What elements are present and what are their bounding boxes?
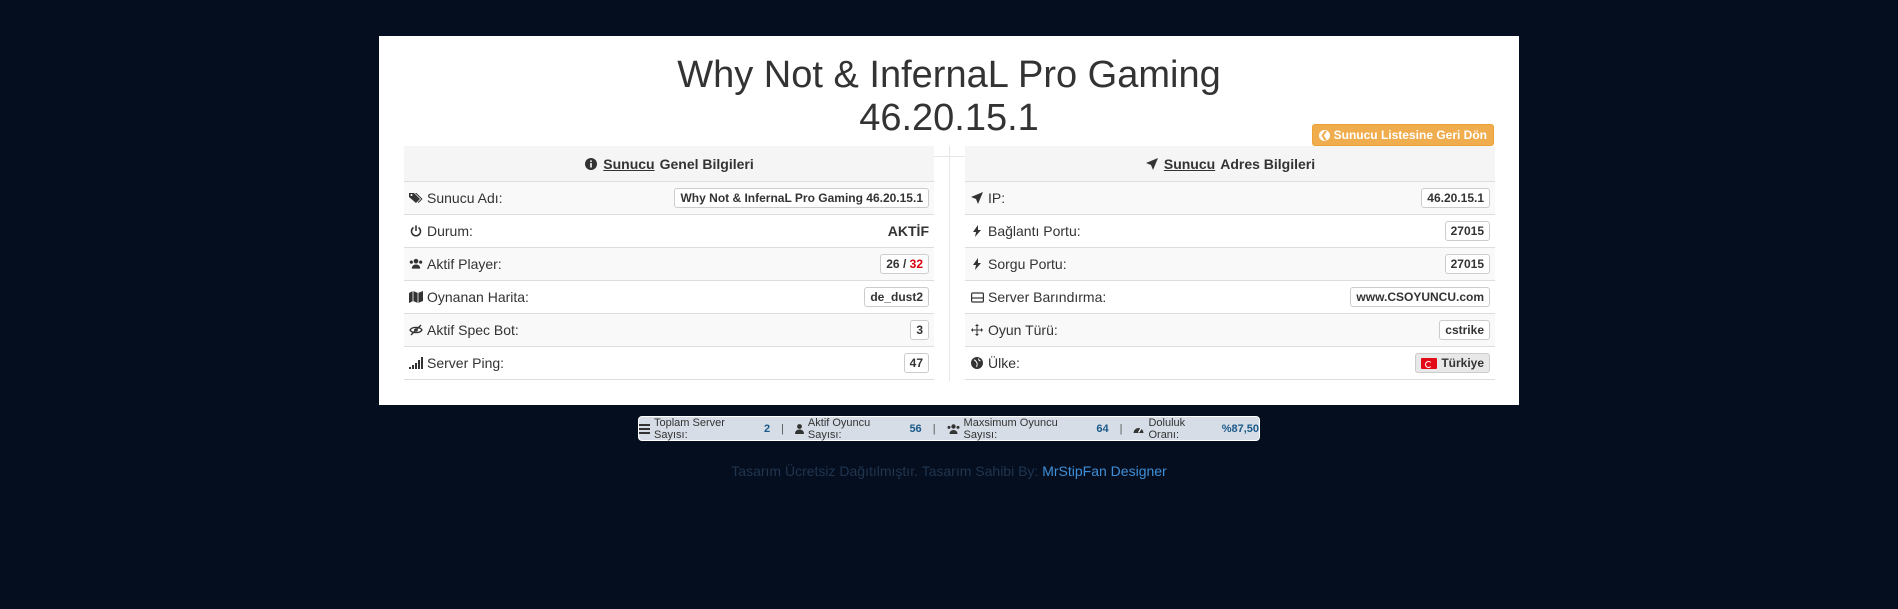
row-ip: IP: 46.20.15.1 (965, 182, 1495, 215)
value-map: de_dust2 (864, 287, 929, 307)
hdd-icon (970, 290, 984, 304)
active-players-label: Aktif Oyuncu Sayısı: (807, 416, 871, 441)
heading-text: Genel Bilgileri (659, 155, 754, 172)
label-ip: IP: (988, 190, 1006, 206)
label-game-type: Oyun Türü: (988, 322, 1058, 338)
general-info-heading: Sunucu Genel Bilgileri (404, 146, 934, 182)
label-hosting: Server Barındırma: (988, 289, 1107, 305)
location-arrow-icon (1145, 157, 1159, 171)
label-query-port: Sorgu Portu: (988, 256, 1067, 272)
bolt-icon (970, 224, 984, 238)
row-server-name: Sunucu Adı: Why Not & InfernaL Pro Gamin… (404, 182, 934, 215)
player-separator: / (902, 257, 907, 271)
row-game-type: Oyun Türü: cstrike (965, 314, 1495, 347)
users-icon (409, 257, 423, 271)
signal-icon (409, 356, 423, 370)
value-ip: 46.20.15.1 (1421, 188, 1490, 208)
label-server-name: Sunucu Adı: (427, 190, 503, 206)
value-connect-port: 27015 (1444, 221, 1490, 241)
label-ping: Server Ping: (427, 355, 505, 371)
users-icon (947, 423, 960, 434)
stats-bar: Toplam Server Sayısı: 2 | Aktif Oyuncu S… (638, 416, 1260, 441)
label-active-player: Aktif Player: (427, 256, 502, 272)
max-players-value: 64 (1096, 422, 1109, 435)
fill-rate-value: %87,50 (1221, 422, 1260, 435)
active-players-value: 56 (909, 422, 922, 435)
back-to-list-button[interactable]: ❮ Sunucu Listesine Geri Dön (1311, 124, 1494, 146)
row-ping: Server Ping: 47 (404, 347, 934, 380)
location-arrow-icon (970, 191, 984, 205)
label-connect-port: Bağlantı Portu: (988, 223, 1081, 239)
value-country: Türkiye (1441, 356, 1484, 370)
fill-rate-label: Doluluk Oranı: (1148, 416, 1186, 441)
label-status: Durum: (427, 223, 473, 239)
info-circle-icon (584, 157, 598, 171)
footer-text: Tasarım Ücretsiz Dağıtılmıştır. Tasarım … (731, 463, 1039, 479)
label-map: Oynanan Harita: (427, 289, 529, 305)
address-info-table: Sunucu Adres Bilgileri IP: 46.20.15.1 Ba… (965, 146, 1495, 380)
row-connect-port: Bağlantı Portu: 27015 (965, 215, 1495, 248)
heading-text: Adres Bilgileri (1220, 155, 1316, 172)
max-players-label: Maxsimum Oyuncu Sayısı: (963, 416, 1058, 441)
label-spec-bot: Aktif Spec Bot: (427, 322, 519, 338)
total-servers-value: 2 (763, 422, 771, 435)
page-title: Why Not & InfernaL Pro Gaming 46.20.15.1 (599, 54, 1299, 157)
eye-slash-icon (409, 323, 423, 337)
separator: | (1119, 422, 1123, 435)
player-max: 32 (909, 257, 923, 271)
server-panel: Why Not & InfernaL Pro Gaming 46.20.15.1… (379, 36, 1519, 405)
value-spec-bot: 3 (910, 320, 929, 340)
general-info-table: Sunucu Genel Bilgileri Sunucu Adı: Why N… (404, 146, 934, 380)
separator: | (781, 422, 784, 435)
map-icon (409, 290, 423, 304)
row-status: Durum: AKTİF (404, 215, 934, 248)
row-active-player: Aktif Player: 26 / 32 (404, 248, 934, 281)
value-server-name: Why Not & InfernaL Pro Gaming 46.20.15.1 (674, 188, 929, 208)
row-query-port: Sorgu Portu: 27015 (965, 248, 1495, 281)
row-country: Ülke: Türkiye (965, 347, 1495, 380)
value-status: AKTİF (887, 223, 929, 239)
row-map: Oynanan Harita: de_dust2 (404, 281, 934, 314)
globe-icon (970, 356, 984, 370)
power-icon (409, 224, 423, 238)
address-info-heading: Sunucu Adres Bilgileri (965, 146, 1495, 182)
value-hosting: www.CSOYUNCU.com (1350, 287, 1490, 307)
total-servers-label: Toplam Server Sayısı: (654, 416, 725, 441)
separator: | (932, 422, 936, 435)
tags-icon (409, 191, 423, 205)
label-country: Ülke: (988, 355, 1020, 371)
country-button[interactable]: Türkiye (1415, 353, 1490, 373)
row-spec-bot: Aktif Spec Bot: 3 (404, 314, 934, 347)
bolt-icon (970, 257, 984, 271)
back-button-label: Sunucu Listesine Geri Dön (1333, 128, 1487, 142)
value-ping: 47 (903, 353, 929, 373)
column-divider (949, 146, 950, 381)
crosshairs-icon (970, 323, 984, 337)
heading-sunucu: Sunucu (603, 155, 655, 172)
designer-link[interactable]: MrStipFan Designer (1042, 463, 1167, 479)
footer: Tasarım Ücretsiz Dağıtılmıştır. Tasarım … (0, 463, 1898, 479)
value-game-type: cstrike (1439, 320, 1490, 340)
heading-sunucu: Sunucu (1163, 155, 1216, 172)
row-hosting: Server Barındırma: www.CSOYUNCU.com (965, 281, 1495, 314)
dashboard-icon (1133, 424, 1144, 434)
value-active-player: 26 / 32 (880, 254, 929, 274)
arrow-left-circle-icon: ❮ (1318, 129, 1330, 141)
value-query-port: 27015 (1444, 254, 1490, 274)
user-icon (794, 423, 804, 434)
list-icon (639, 423, 650, 434)
player-count: 26 (886, 257, 900, 271)
turkey-flag-icon (1421, 357, 1438, 369)
